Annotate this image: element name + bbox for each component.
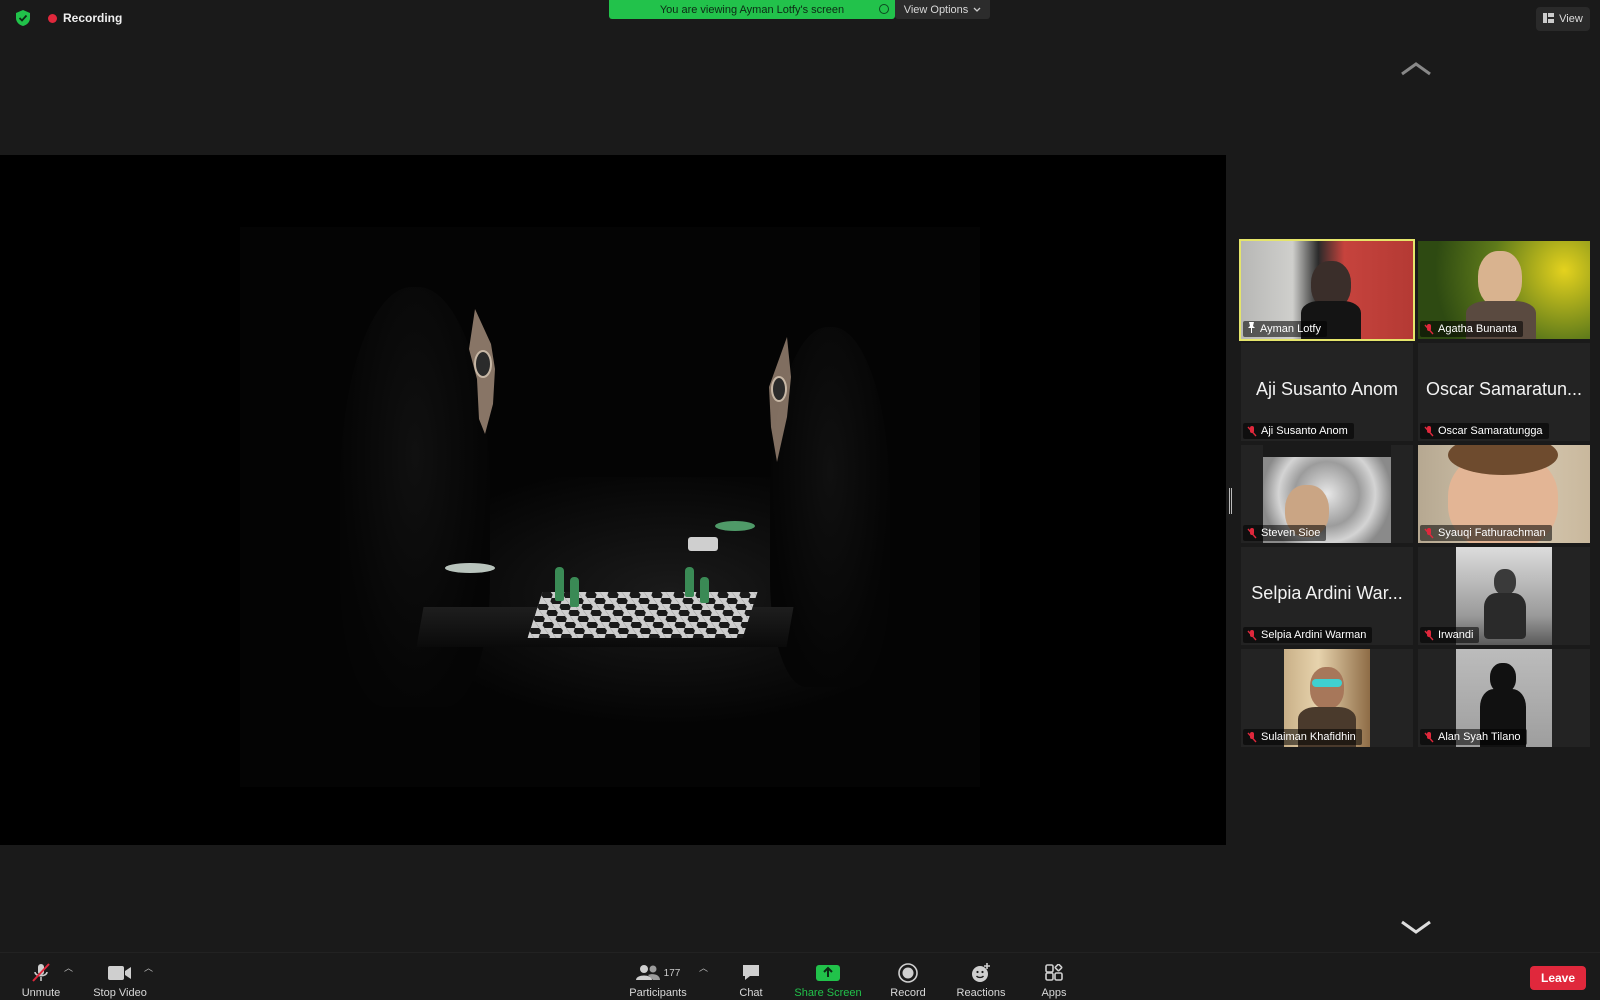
participant-avatar-name: Oscar Samaratun... <box>1425 379 1583 399</box>
participant-tile[interactable]: Aji Susanto Anom Aji Susanto Anom <box>1241 343 1413 441</box>
participant-name-label: Agatha Bunanta <box>1420 321 1523 337</box>
participants-icon <box>635 964 660 983</box>
chevron-down-icon <box>973 4 981 16</box>
participant-tile[interactable]: Ayman Lotfy <box>1239 239 1415 341</box>
share-screen-icon <box>816 962 840 984</box>
view-label: View <box>1559 13 1583 25</box>
participant-tile[interactable]: Alan Syah Tilano <box>1418 649 1590 747</box>
participant-avatar-name: Aji Susanto Anom <box>1255 379 1399 399</box>
record-button[interactable]: Record <box>888 957 928 999</box>
participant-name-label: Ayman Lotfy <box>1243 321 1327 337</box>
participant-name-label: Steven Sioe <box>1243 525 1327 541</box>
leave-button[interactable]: Leave <box>1530 966 1586 990</box>
apps-button[interactable]: Apps <box>1040 957 1068 999</box>
view-options-label: View Options <box>903 3 969 16</box>
smiley-plus-icon <box>971 962 991 984</box>
recording-indicator[interactable]: Recording <box>48 11 122 25</box>
record-icon <box>898 962 918 984</box>
participant-tile[interactable]: Irwandi <box>1418 547 1590 645</box>
meeting-status-bar: Recording <box>12 8 122 28</box>
recording-dot-icon <box>48 13 57 23</box>
shield-check-icon[interactable] <box>12 7 34 29</box>
gallery-scroll-up-icon[interactable] <box>1400 62 1432 81</box>
participant-tile[interactable]: Selpia Ardini War... Selpia Ardini Warma… <box>1241 547 1413 645</box>
mic-muted-icon <box>1424 731 1434 743</box>
gallery-scroll-down-icon[interactable] <box>1400 920 1432 939</box>
mic-muted-icon <box>1424 527 1434 539</box>
panel-resize-handle[interactable] <box>1229 488 1232 514</box>
stop-sharing-ring-icon[interactable] <box>879 4 889 14</box>
mic-muted-icon <box>1247 425 1257 437</box>
pin-icon <box>1247 322 1256 336</box>
video-camera-icon <box>108 962 132 984</box>
participant-avatar-name: Selpia Ardini War... <box>1251 583 1403 603</box>
mic-muted-icon <box>1247 731 1257 743</box>
mic-muted-icon <box>1424 629 1434 641</box>
viewing-text: You are viewing Ayman Lotfy's screen <box>659 3 845 16</box>
grid-layout-icon <box>1543 12 1555 26</box>
participant-name-label: Oscar Samaratungga <box>1420 423 1549 439</box>
share-screen-button[interactable]: Share Screen <box>792 957 864 999</box>
participant-name-label: Aji Susanto Anom <box>1243 423 1354 439</box>
mic-muted-icon <box>1247 527 1257 539</box>
participants-options-caret-icon[interactable]: ︿ <box>699 961 708 974</box>
participants-count: 177 <box>663 967 681 979</box>
chat-button[interactable]: Chat <box>736 957 766 999</box>
participant-tile[interactable]: Agatha Bunanta <box>1418 241 1590 339</box>
participant-name-label: Syauqi Fathurachman <box>1420 525 1552 541</box>
recording-label: Recording <box>63 11 123 25</box>
participant-tile[interactable]: Oscar Samaratun... Oscar Samaratungga <box>1418 343 1590 441</box>
participant-name-label: Irwandi <box>1420 627 1480 643</box>
participant-name-label: Sulaiman Khafidhin <box>1243 729 1362 745</box>
participant-name-label: Selpia Ardini Warman <box>1243 627 1373 643</box>
participant-tile[interactable]: Syauqi Fathurachman <box>1418 445 1590 543</box>
mic-muted-icon <box>1424 425 1434 437</box>
reactions-button[interactable]: Reactions <box>955 957 1007 999</box>
mic-muted-icon <box>1424 323 1434 335</box>
participant-tile[interactable]: Sulaiman Khafidhin <box>1241 649 1413 747</box>
mic-muted-icon <box>1247 629 1257 641</box>
participant-name-label: Alan Syah Tilano <box>1420 729 1527 745</box>
mic-muted-icon <box>30 962 52 984</box>
participants-button[interactable]: 177 Participants <box>626 957 690 999</box>
viewing-screen-banner: You are viewing Ayman Lotfy's screen <box>609 0 895 19</box>
zoom-meeting-window: Recording You are viewing Ayman Lotfy's … <box>0 0 1600 1000</box>
view-options-button[interactable]: View Options <box>895 0 990 19</box>
stop-video-button[interactable]: Stop Video <box>92 957 148 999</box>
chat-bubble-icon <box>741 962 761 984</box>
view-layout-button[interactable]: View <box>1536 7 1590 31</box>
shared-screen[interactable] <box>0 155 1226 845</box>
audio-options-caret-icon[interactable]: ︿ <box>64 961 73 974</box>
meeting-toolbar: Unmute ︿ Stop Video ︿ 177 Participants ︿ <box>0 952 1600 1000</box>
participant-tile[interactable]: Steven Sioe <box>1241 445 1413 543</box>
video-options-caret-icon[interactable]: ︿ <box>144 961 153 974</box>
unmute-button[interactable]: Unmute <box>20 957 62 999</box>
shared-video-frame <box>240 227 980 787</box>
apps-icon <box>1045 962 1063 984</box>
